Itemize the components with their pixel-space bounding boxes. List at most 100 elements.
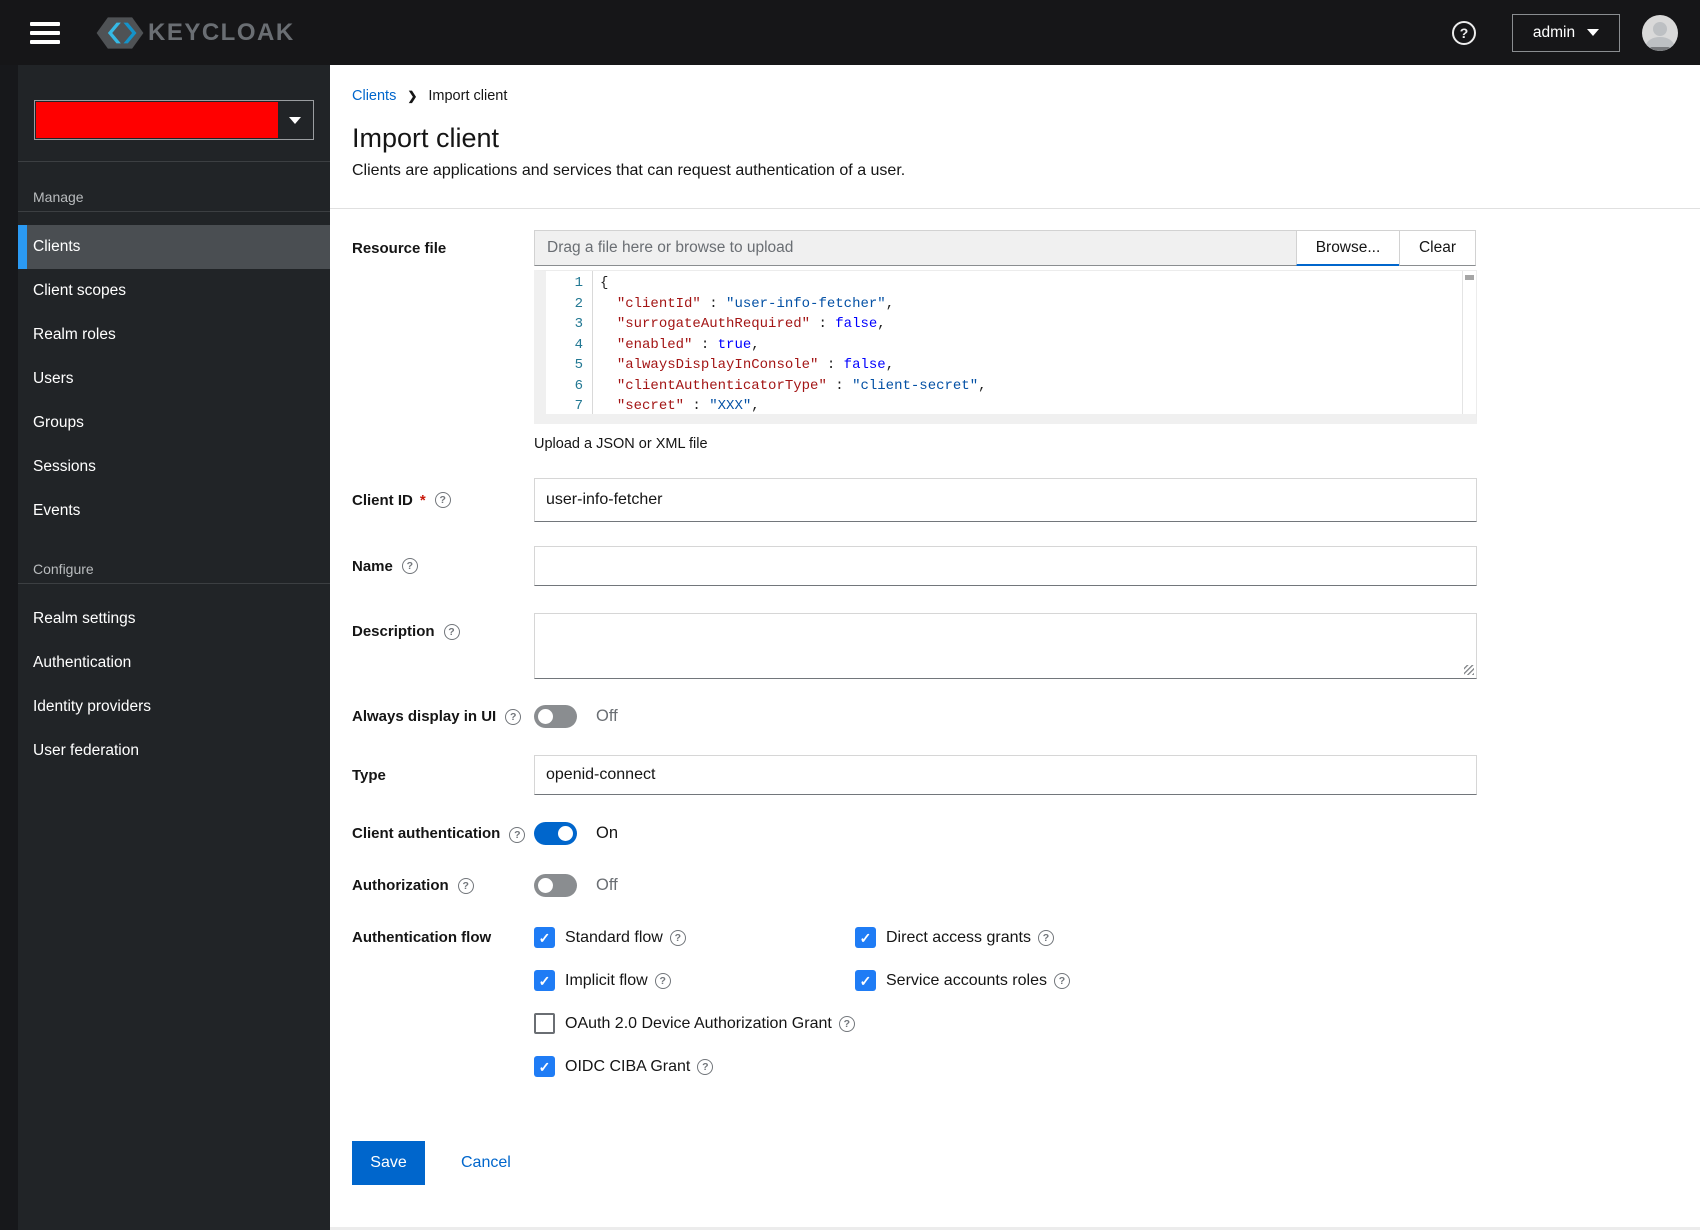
checkbox-oauth-2-0-device-authorization-grant[interactable]: [534, 1013, 555, 1034]
realm-selector-area: [18, 65, 330, 140]
client-id-input[interactable]: [534, 478, 1477, 522]
client-authentication-label: Client authentication ?: [352, 819, 534, 843]
save-button[interactable]: Save: [352, 1141, 425, 1185]
help-icon[interactable]: ?: [509, 827, 526, 843]
code-content: { "clientId" : "user-info-fetcher", "sur…: [592, 271, 1462, 414]
user-menu-label: admin: [1532, 23, 1576, 41]
authorization-toggle[interactable]: [534, 874, 577, 897]
checkbox-item-standard-flow: ✓ Standard flow?: [534, 927, 855, 948]
sidebar-item-groups[interactable]: Groups: [18, 401, 330, 445]
sidebar-item-realm-roles[interactable]: Realm roles: [18, 313, 330, 357]
required-indicator: *: [419, 491, 426, 509]
user-menu-dropdown[interactable]: admin: [1512, 13, 1620, 52]
checkbox-implicit-flow[interactable]: ✓: [534, 970, 555, 991]
code-line: "secret" : "XXX",: [616, 398, 760, 414]
breadcrumb-item-clients[interactable]: Clients: [352, 88, 396, 104]
checkbox-oidc-ciba-grant[interactable]: ✓: [534, 1056, 555, 1077]
sidebar-item-realm-settings[interactable]: Realm settings: [18, 597, 330, 641]
checkbox-service-accounts-roles[interactable]: ✓: [855, 970, 876, 991]
help-icon[interactable]: ?: [401, 558, 418, 574]
code-line: "alwaysDisplayInConsole" : false,: [616, 357, 895, 373]
checkbox-item-implicit-flow: ✓ Implicit flow?: [534, 970, 855, 991]
code-line-number: 4: [574, 336, 583, 353]
checkbox-direct-access-grants[interactable]: ✓: [855, 927, 876, 948]
brand-text: KEYCLOAK: [148, 18, 295, 46]
breadcrumb-separator-icon: ❯: [407, 89, 418, 103]
description-input[interactable]: [534, 613, 1477, 679]
name-label: Name?: [352, 558, 534, 575]
sidebar-item-sessions[interactable]: Sessions: [18, 445, 330, 489]
code-line-number: 2: [574, 295, 583, 312]
code-line-number: 6: [574, 377, 583, 394]
checkbox-label: Standard flow: [565, 928, 663, 946]
chevron-down-icon: [1587, 29, 1600, 36]
browse-button[interactable]: Browse...: [1296, 230, 1400, 266]
authentication-flow-options: ✓ Standard flow? ✓ Direct access grants? ✓ Im…: [534, 927, 1477, 1077]
checkbox-item-oidc-ciba-grant: ✓ OIDC CIBA Grant?: [534, 1056, 855, 1077]
nav-section-title-manage: Manage: [33, 189, 84, 205]
help-icon[interactable]: ?: [443, 623, 460, 640]
authentication-flow-label: Authentication flow: [352, 929, 492, 946]
breadcrumb-item-import-client: Import client: [428, 88, 508, 104]
checkbox-label: Implicit flow: [565, 971, 648, 989]
nav-section-title-configure: Configure: [33, 561, 94, 577]
sidebar-item-user-federation[interactable]: User federation: [18, 729, 330, 773]
sidebar-item-client-scopes[interactable]: Client scopes: [18, 269, 330, 313]
help-icon[interactable]: ?: [654, 972, 671, 989]
file-upload-input[interactable]: [534, 230, 1297, 266]
code-line: "surrogateAuthRequired" : false,: [616, 316, 886, 332]
keycloak-logo-icon: [96, 16, 144, 49]
editor-scrollbar[interactable]: [1462, 271, 1476, 414]
type-row: Type: [352, 755, 1477, 795]
type-input[interactable]: [534, 755, 1477, 795]
code-line-number: 5: [574, 357, 583, 373]
help-icon[interactable]: ?: [669, 929, 686, 946]
masthead: KEYCLOAK ? admin: [0, 0, 1700, 65]
keycloak-admin-console: KEYCLOAK ? admin Manage Clients Client sco…: [0, 0, 1700, 1230]
main-content: Clients ❯ Import client Import client Clie…: [330, 65, 1700, 1230]
always-display-toggle[interactable]: [534, 705, 577, 728]
clear-button[interactable]: Clear: [1399, 230, 1476, 266]
avatar: [1642, 14, 1678, 51]
upload-helper-text: Upload a JSON or XML file: [534, 436, 708, 452]
keycloak-logo[interactable]: KEYCLOAK: [94, 14, 295, 52]
nav-toggle-icon[interactable]: [30, 21, 60, 44]
help-icon[interactable]: ?: [434, 492, 451, 508]
code-editor[interactable]: 1 2 3 4 5 6 7 { "clientId" : "user-info-fetche…: [534, 270, 1477, 424]
help-icon[interactable]: ?: [697, 1058, 714, 1075]
description-label: Description?: [352, 613, 534, 640]
realm-selector[interactable]: [34, 100, 314, 140]
page-subtitle: Clients are applications and services th…: [352, 162, 906, 179]
help-icon[interactable]: ?: [1053, 972, 1070, 989]
code-line: "enabled" : true,: [616, 336, 760, 353]
always-display-state: Off: [596, 707, 618, 725]
scrollbar-thumb[interactable]: [1465, 275, 1474, 280]
resource-file-label: Resource file: [352, 240, 447, 257]
file-upload-group: Browse... Clear: [534, 230, 1477, 266]
always-display-row: Always display in UI? Off: [352, 705, 1477, 728]
realm-name-redacted: [36, 102, 278, 138]
breadcrumb: Clients ❯ Import client: [352, 88, 1700, 104]
chevron-down-icon: [289, 116, 301, 124]
sidebar-item-clients[interactable]: Clients: [18, 225, 330, 269]
authorization-row: Authorization? Off: [352, 874, 1477, 897]
sidebar-item-authentication[interactable]: Authentication: [18, 641, 330, 685]
code-line: "clientId" : "user-info-fetcher",: [616, 295, 895, 312]
sidebar-item-users[interactable]: Users: [18, 357, 330, 401]
checkbox-standard-flow[interactable]: ✓: [534, 927, 555, 948]
type-label: Type: [352, 766, 386, 784]
cancel-button[interactable]: Cancel: [461, 1154, 511, 1172]
authentication-flow-row: Authentication flow ✓ Standard flow? ✓ Dire…: [352, 927, 1477, 1077]
sidebar-item-identity-providers[interactable]: Identity providers: [18, 685, 330, 729]
help-icon[interactable]: ?: [505, 708, 522, 725]
help-icon[interactable]: ?: [838, 1015, 855, 1032]
client-authentication-toggle[interactable]: [534, 822, 577, 845]
code-line-number: 3: [574, 316, 583, 332]
help-icon[interactable]: ?: [457, 877, 474, 894]
help-icon[interactable]: ?: [1452, 20, 1476, 45]
description-row: Description?: [352, 613, 1477, 679]
sidebar-item-events[interactable]: Events: [18, 489, 330, 533]
help-icon[interactable]: ?: [1037, 929, 1054, 946]
name-input[interactable]: [534, 546, 1477, 586]
authorization-state: Off: [596, 876, 618, 894]
